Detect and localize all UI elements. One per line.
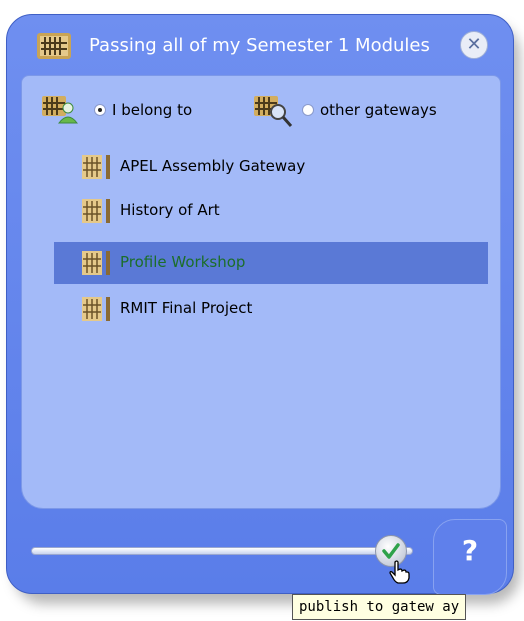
close-icon: ✕: [466, 34, 482, 55]
publish-slider-track[interactable]: [31, 547, 413, 555]
radio-label-other-gateways: other gateways: [320, 101, 437, 119]
gateway-panel: Passing all of my Semester 1 Modules ✕ I…: [6, 14, 514, 595]
gateway-name: Profile Workshop: [120, 253, 246, 271]
radio-label-i-belong-to: I belong to: [112, 101, 193, 119]
gateway-icon: [82, 251, 110, 275]
gateway-list-area: I belong to other gateways APEL Assembly…: [21, 75, 501, 509]
gateway-icon: [82, 199, 110, 223]
list-item[interactable]: APEL Assembly Gateway: [54, 146, 488, 188]
close-button[interactable]: ✕: [460, 31, 488, 59]
list-item[interactable]: History of Art: [54, 190, 488, 232]
gateway-name: APEL Assembly Gateway: [120, 157, 306, 175]
list-item[interactable]: RMIT Final Project: [54, 288, 488, 330]
hand-cursor-icon: [389, 560, 410, 584]
tooltip: publish to gatew ay: [292, 594, 467, 620]
gateway-icon: [37, 33, 71, 59]
title-bar: Passing all of my Semester 1 Modules ✕: [7, 15, 513, 75]
gateway-name: RMIT Final Project: [120, 299, 253, 317]
gateway-name: History of Art: [120, 201, 220, 219]
window-title: Passing all of my Semester 1 Modules: [89, 35, 430, 56]
gateway-icon: [82, 155, 110, 179]
gateway-icon: [82, 297, 110, 321]
radio-i-belong-to[interactable]: [94, 104, 106, 116]
list-item-selected[interactable]: Profile Workshop: [54, 242, 488, 284]
help-button[interactable]: ?: [433, 519, 507, 595]
gateway-user-icon: [42, 96, 78, 124]
radio-other-gateways[interactable]: [302, 104, 314, 116]
gateway-search-icon: [254, 96, 293, 127]
help-label: ?: [461, 534, 479, 567]
